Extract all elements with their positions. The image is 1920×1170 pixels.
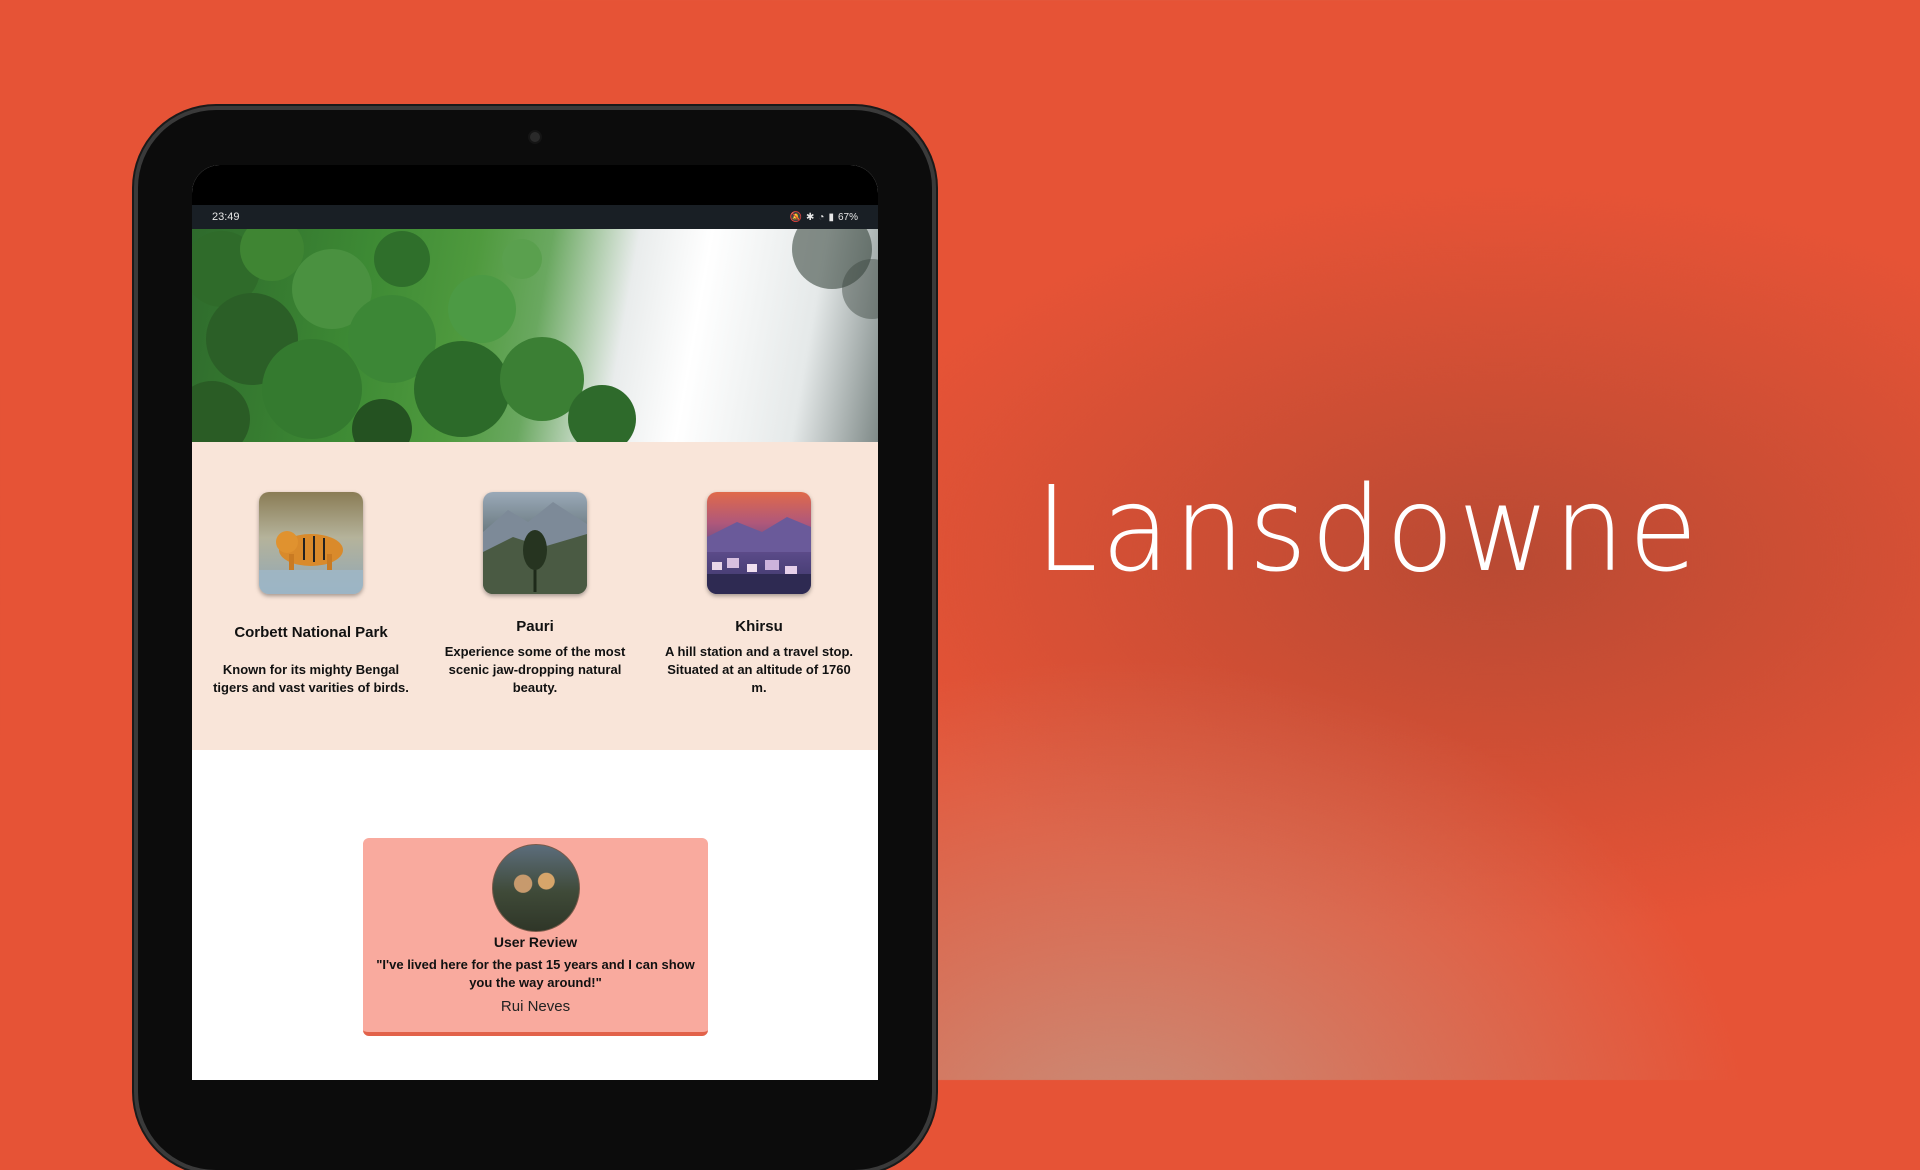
- tiger-photo: [259, 492, 363, 594]
- town-sunset-photo: [707, 492, 811, 594]
- mute-icon: 🔕: [789, 211, 803, 223]
- place-card-corbett[interactable]: Corbett National Park Known for its migh…: [204, 492, 418, 697]
- status-bar: 23:49 🔕 ✱ ◔ ▮ 67%: [192, 205, 878, 229]
- hero-image: [192, 229, 878, 442]
- place-description: A hill station and a travel stop. Situat…: [664, 644, 854, 695]
- bluetooth-icon: ✱: [806, 211, 815, 223]
- place-card-pauri[interactable]: Pauri Experience some of the most scenic…: [428, 492, 642, 697]
- mountain-illustration: [483, 502, 587, 594]
- front-camera: [528, 130, 542, 144]
- review-author: Rui Neves: [500, 998, 571, 1015]
- tiger-illustration: [259, 531, 363, 594]
- wifi-icon: ◔: [818, 211, 825, 223]
- place-card-khirsu[interactable]: Khirsu A hill station and a travel stop.…: [652, 492, 866, 697]
- review-title: User Review: [493, 934, 578, 950]
- town-illustration: [707, 517, 811, 594]
- tablet-screen: 23:49 🔕 ✱ ◔ ▮ 67% Corbett National Park …: [192, 165, 878, 1080]
- avatar: [491, 844, 580, 932]
- place-description: Experience some of the most scenic jaw-d…: [444, 644, 626, 695]
- screen-top-bezel: [192, 165, 878, 205]
- slide-title: Lansdowne: [1035, 460, 1702, 598]
- place-name: Corbett National Park: [234, 624, 388, 641]
- places-section: Corbett National Park Known for its migh…: [192, 442, 878, 750]
- place-description: Known for its mighty Bengal tigers and v…: [213, 662, 409, 695]
- status-icons: 🔕 ✱ ◔ ▮ 67%: [790, 212, 858, 223]
- status-time: 23:49: [212, 211, 240, 223]
- battery-level: 67%: [837, 211, 858, 223]
- forest-illustration: [192, 229, 878, 442]
- review-quote: "I've lived here for the past 15 years a…: [376, 957, 695, 990]
- user-review-card: User Review "I've lived here for the pas…: [363, 838, 708, 1036]
- place-name: Khirsu: [735, 618, 783, 635]
- mountain-photo: [483, 492, 587, 594]
- battery-icon: ▮: [828, 211, 834, 223]
- place-name: Pauri: [516, 618, 554, 635]
